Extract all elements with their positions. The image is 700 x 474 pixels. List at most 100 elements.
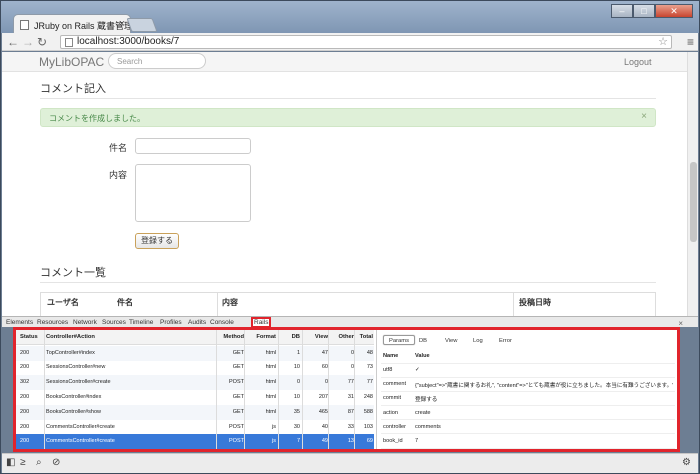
comment-form-heading: コメント記入 (40, 83, 106, 95)
column-header-format[interactable]: Format (246, 334, 276, 340)
request-db-time: 30 (293, 423, 300, 430)
request-view-time: 49 (321, 438, 328, 445)
logout-link[interactable]: Logout (624, 57, 652, 67)
params-tab-error[interactable]: Error (493, 335, 518, 345)
request-status: 200 (20, 423, 30, 430)
console-icon[interactable]: ≥ (20, 457, 26, 468)
no-entry-icon[interactable]: ⊘ (52, 457, 60, 468)
site-brand[interactable]: MyLibOPAC (39, 55, 104, 69)
request-controller-action: TopController#index (46, 349, 95, 356)
request-row[interactable]: 302 SessionsController#create POST html 0 0 77… (16, 375, 374, 391)
request-row[interactable]: 200 SessionsController#new GET html 10 60 0 73 (16, 360, 374, 375)
param-name: action (383, 409, 398, 416)
tab-audits[interactable]: Audits (188, 319, 206, 326)
request-view-time: 0 (324, 379, 328, 386)
column-header-total-time[interactable]: Total (357, 334, 373, 340)
search-icon[interactable]: ⌕ (36, 457, 42, 468)
request-db-time: 1 (296, 349, 300, 356)
param-name: commit (383, 395, 402, 402)
rails-panel: Status Controller#Action Method Format DB Vie… (13, 327, 680, 452)
page-scrollbar[interactable] (687, 52, 698, 316)
gear-icon[interactable]: ⚙ (682, 457, 691, 468)
params-header: Name Value (381, 350, 675, 364)
request-row[interactable]: 200 BooksController#show GET html 35 465 87 588 (16, 404, 374, 420)
request-view-time: 60 (321, 364, 328, 371)
column-header-other-time[interactable]: Other (332, 334, 354, 340)
close-window-button[interactable]: ✕ (655, 4, 693, 18)
alert-close-icon[interactable]: × (641, 111, 647, 122)
column-header-view-time[interactable]: View (306, 334, 328, 340)
column-header-date: 投稿日時 (519, 298, 551, 307)
column-header-db-time[interactable]: DB (282, 334, 300, 340)
request-view-time: 47 (321, 349, 328, 356)
browser-toolbar: ← → ↻ localhost:3000/books/7 ☆ ≡ (2, 33, 698, 51)
column-divider (244, 330, 245, 449)
body-textarea[interactable] (135, 164, 251, 222)
param-name: book_id (383, 438, 403, 444)
tab-network[interactable]: Network (73, 319, 97, 326)
devtools-statusbar: ◧ ≥ ⌕ ⊘ ⚙ (2, 453, 698, 473)
tab-timeline[interactable]: Timeline (129, 319, 153, 326)
maximize-button[interactable]: □ (633, 4, 655, 18)
param-name: comment (383, 381, 407, 388)
request-row[interactable]: 200 CommentsController#create POST js 7 49 13 6… (16, 434, 374, 449)
request-method: GET (232, 349, 244, 356)
request-method: GET (232, 408, 244, 415)
subject-field[interactable] (135, 138, 251, 154)
param-value: {"subject"=>"蔵書に関するお礼", "content"=>"とても蔵… (415, 383, 673, 390)
request-controller-action: BooksController#show (46, 408, 102, 415)
request-total-time: 69 (366, 438, 373, 445)
tab-resources[interactable]: Resources (37, 319, 68, 326)
request-format: js (272, 423, 276, 430)
request-other-time: 33 (347, 423, 354, 430)
param-row: book_id 7 (381, 435, 675, 449)
column-header-status[interactable]: Status (20, 334, 44, 340)
search-input[interactable]: Search (108, 53, 206, 69)
browser-tab[interactable]: JRuby on Rails 蔵書管理 × (13, 14, 131, 34)
submit-button[interactable]: 登録する (135, 233, 179, 249)
request-other-time: 13 (347, 438, 354, 445)
request-row[interactable]: 200 BooksController#index GET html 10 207 31 24… (16, 390, 374, 405)
menu-icon[interactable]: ≡ (687, 35, 694, 49)
column-header-method[interactable]: Method (219, 334, 244, 340)
column-divider (44, 330, 45, 449)
request-total-time: 248 (363, 393, 373, 400)
request-status: 200 (20, 438, 30, 445)
params-column-name: Name (383, 353, 399, 359)
alert-text: コメントを作成しました。 (49, 114, 145, 123)
request-total-time: 73 (366, 364, 373, 371)
request-other-time: 0 (350, 349, 354, 356)
reload-icon[interactable]: ↻ (37, 35, 47, 49)
params-tab-params[interactable]: Params (383, 335, 415, 345)
divider (40, 98, 656, 99)
tab-rails[interactable]: Rails (250, 317, 272, 328)
tab-elements[interactable]: Elements (6, 319, 33, 326)
params-tab-db[interactable]: DB (413, 335, 433, 345)
new-tab-button[interactable] (126, 18, 158, 32)
minimize-button[interactable]: – (611, 4, 633, 18)
scrollbar-thumb[interactable] (690, 162, 697, 242)
dock-icon[interactable]: ◧ (6, 457, 15, 468)
column-divider (354, 330, 355, 449)
param-row: utf8 ✓ (381, 364, 675, 378)
forward-icon[interactable]: → (22, 35, 34, 49)
request-view-time: 207 (318, 393, 328, 400)
address-bar[interactable]: localhost:3000/books/7 ☆ (60, 35, 672, 49)
bookmark-star-icon[interactable]: ☆ (658, 36, 668, 48)
request-format: html (265, 379, 276, 386)
tab-close-icon[interactable]: × (119, 18, 125, 30)
tab-sources[interactable]: Sources (102, 319, 126, 326)
request-row[interactable]: 200 CommentsController#create POST js 30 40 33… (16, 420, 374, 435)
request-row[interactable]: 200 TopController#index GET html 1 47 0 48 (16, 345, 374, 361)
request-status: 200 (20, 408, 30, 415)
params-tab-log[interactable]: Log (467, 335, 489, 345)
tab-console[interactable]: Console (210, 319, 234, 326)
request-controller-action: BooksController#index (46, 393, 102, 400)
tab-profiles[interactable]: Profiles (160, 319, 182, 326)
request-method: POST (229, 379, 244, 386)
request-db-time: 10 (293, 364, 300, 371)
params-tab-view[interactable]: View (439, 335, 463, 345)
back-icon[interactable]: ← (7, 35, 19, 49)
param-value: ✓ (415, 367, 420, 373)
column-header-controller-action[interactable]: Controller#Action (46, 334, 216, 340)
